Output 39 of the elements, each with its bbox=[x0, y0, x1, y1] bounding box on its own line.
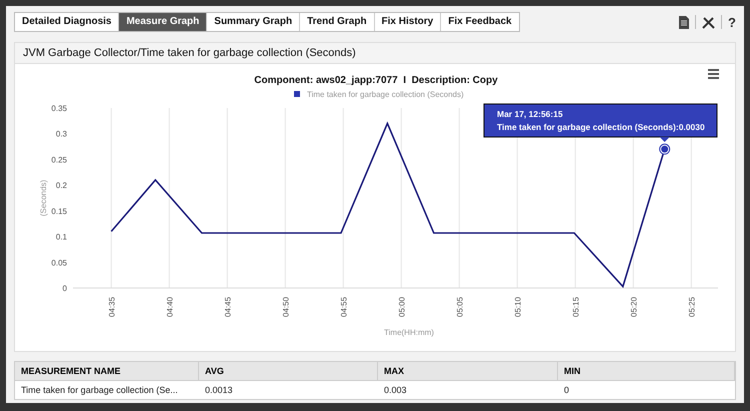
table-cell-text: 0.003 bbox=[383, 384, 408, 397]
help-button[interactable]: ? bbox=[728, 14, 736, 30]
column-header: AVG bbox=[199, 362, 378, 381]
x-tick-label: 05:05 bbox=[455, 296, 464, 317]
highlighted-point[interactable] bbox=[659, 144, 670, 155]
x-tick-label: 04:55 bbox=[339, 296, 348, 317]
y-tick-label: 0.05 bbox=[51, 258, 67, 268]
tab[interactable]: Measure Graph bbox=[119, 13, 208, 31]
y-tick-label: 0 bbox=[62, 284, 67, 293]
x-tick-label: 05:20 bbox=[629, 296, 638, 317]
table-cell-text: Time taken for garbage collection (Se... bbox=[20, 384, 179, 397]
tooltip-title: Mar 17, 12:56:15 bbox=[497, 109, 563, 119]
tooltip-text: Time taken for garbage collection (Seconds):0.0030 bbox=[497, 122, 705, 132]
x-tick-label: 04:35 bbox=[107, 296, 116, 317]
column-header: MAX bbox=[378, 362, 558, 381]
x-axis-title: Time(HH:mm) bbox=[384, 328, 434, 337]
menu-icon[interactable] bbox=[708, 69, 719, 79]
x-tick-label: 05:15 bbox=[571, 296, 580, 317]
column-header: MEASUREMENT NAME bbox=[15, 362, 199, 381]
y-tick-label: 0.25 bbox=[51, 155, 67, 164]
x-tick-label: 04:45 bbox=[223, 296, 232, 317]
x-tick-label: 05:25 bbox=[687, 296, 696, 317]
x-tick-label: 04:50 bbox=[281, 296, 290, 317]
x-tick-label: 04:40 bbox=[165, 296, 174, 317]
panel-title: JVM Garbage Collector/Time taken for garbage collection (Seconds) bbox=[15, 43, 735, 64]
y-axis-title: (Seconds) bbox=[39, 180, 48, 216]
legend-marker bbox=[294, 91, 300, 97]
x-tick-label: 05:10 bbox=[513, 296, 522, 317]
y-tick-label: 0.1 bbox=[56, 232, 67, 242]
column-header: MIN bbox=[558, 362, 735, 381]
y-tick-label: 0.3 bbox=[56, 130, 67, 139]
chart-subtitle: Component: aws02_japp:7077 I Description: Copy bbox=[254, 75, 498, 86]
y-tick-label: 0.2 bbox=[56, 181, 67, 190]
x-tick-label: 05:00 bbox=[397, 296, 406, 317]
table-cell-text: 0.0013 bbox=[204, 384, 234, 397]
y-tick-label: 0.15 bbox=[51, 206, 67, 216]
table-cell-text: 0 bbox=[563, 384, 570, 397]
y-tick-label: 0.35 bbox=[51, 104, 67, 113]
document-icon[interactable] bbox=[679, 16, 690, 28]
